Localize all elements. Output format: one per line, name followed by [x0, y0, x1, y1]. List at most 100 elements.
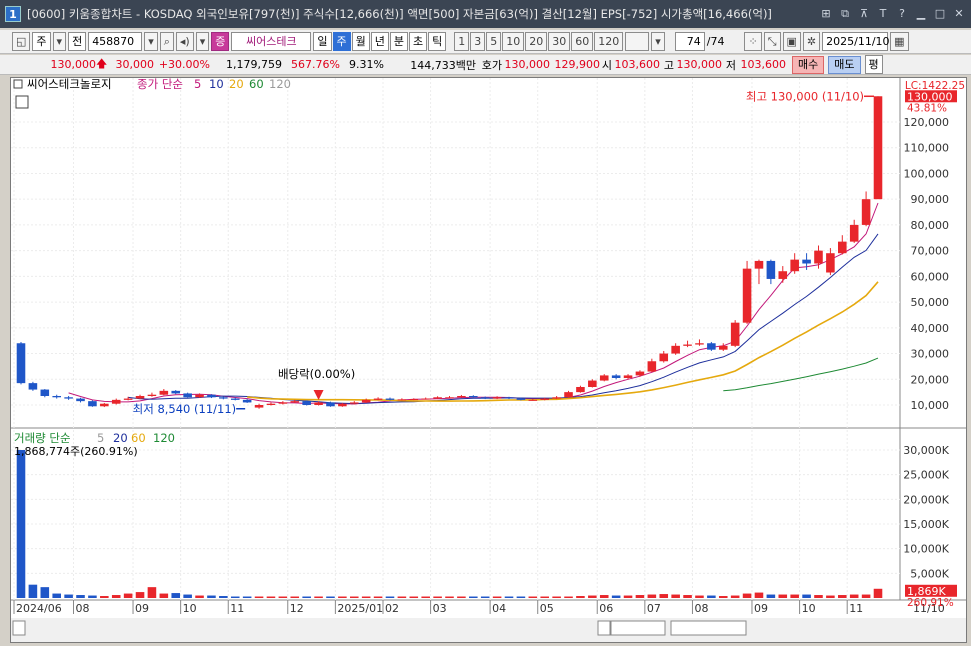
interval-button[interactable]: 30	[548, 32, 571, 51]
interval-button[interactable]: 5	[486, 32, 502, 51]
sound-dropdown-icon[interactable]: ▾	[195, 32, 210, 51]
interval-button[interactable]: 120	[594, 32, 624, 51]
volume-bar	[814, 595, 823, 598]
date-input[interactable]: 2025/11/10	[822, 32, 890, 51]
candle-body	[588, 380, 597, 387]
text-icon[interactable]: T	[875, 6, 891, 22]
bid-price: 129,900	[554, 58, 601, 71]
search-icon[interactable]: ⌕	[159, 32, 174, 51]
calendar-icon[interactable]: ▦	[890, 32, 909, 51]
candle-body	[147, 394, 157, 396]
period-button[interactable]: 분	[389, 32, 408, 51]
candle-body	[683, 344, 692, 346]
turnover: 9.31%	[349, 58, 384, 71]
eval-button[interactable]: 평	[864, 55, 883, 74]
period-button[interactable]: 월	[351, 32, 370, 51]
high-label: 고	[663, 58, 674, 72]
candle-body	[492, 397, 502, 399]
candle-body	[373, 398, 383, 400]
volume-bar	[778, 594, 788, 598]
zoom-slider	[670, 620, 747, 636]
period-select[interactable]: 주	[32, 32, 51, 51]
volume-bar	[552, 596, 561, 598]
candle-body	[326, 402, 335, 407]
buy-button[interactable]: 매수	[792, 55, 825, 74]
candle-body	[52, 395, 61, 398]
interval-button[interactable]: 10	[502, 32, 525, 51]
period-button[interactable]: 틱	[428, 32, 447, 51]
price-tick-label: 20,000	[911, 373, 950, 386]
copy-window-icon[interactable]: ⧉	[837, 6, 853, 22]
sell-button[interactable]: 매도	[828, 55, 861, 74]
candle-body	[671, 345, 680, 354]
change: 30,000	[115, 58, 155, 71]
interval-button[interactable]: 1	[454, 32, 470, 51]
prev-button[interactable]: 전	[68, 32, 87, 51]
candle-body	[40, 389, 50, 396]
volume-bar	[873, 588, 883, 598]
volume-bar	[219, 596, 228, 598]
volume-bar	[742, 593, 752, 598]
period-button[interactable]: 주	[332, 32, 351, 51]
open-price: 103,600	[614, 58, 661, 71]
volume-bar	[111, 595, 121, 598]
time-tick-label: 06	[599, 602, 613, 615]
margin-badge: 증	[211, 32, 230, 51]
event-annotation: 배당락(0.00%)	[278, 367, 355, 381]
interval-button[interactable]: 3	[470, 32, 486, 51]
interval-dropdown-icon[interactable]: ▾	[651, 32, 665, 51]
minimize-icon[interactable]: ▁	[913, 6, 929, 22]
time-tick-label: 05	[540, 602, 554, 615]
up-arrow-icon: 🡅	[96, 57, 108, 70]
price-tick-label: 90,000	[911, 193, 950, 206]
volume-bar	[421, 596, 430, 598]
volume-bar	[64, 594, 73, 598]
candle-body	[16, 343, 26, 384]
price-tick-label: 40,000	[911, 322, 950, 335]
candle-body	[469, 395, 478, 398]
period-button[interactable]: 초	[409, 32, 428, 51]
count-input[interactable]: 74	[674, 32, 705, 51]
sound-icon[interactable]: ◂)	[175, 32, 194, 51]
chart-area[interactable]: 120,000 110,000 100,000 90,000 80,000 70,000 6…	[10, 77, 967, 643]
draw-icon[interactable]: ⤡	[763, 32, 781, 51]
compare-icon[interactable]: ⁘	[744, 32, 762, 51]
link-icon[interactable]: ⊞	[818, 6, 834, 22]
playback-controls	[610, 620, 666, 636]
volume-bar	[314, 596, 323, 598]
low-price: 103,600	[740, 58, 787, 71]
volume-tick-label: 15,000K	[903, 518, 949, 531]
stock-name[interactable]: 씨어스테크	[231, 32, 312, 51]
volume-bar	[826, 595, 835, 598]
volume-bar	[445, 596, 454, 598]
interval-custom-input[interactable]	[625, 32, 650, 51]
code-input[interactable]: 458870	[88, 32, 143, 51]
candle-body	[135, 395, 145, 399]
candle-body	[838, 241, 847, 254]
code-dropdown-icon[interactable]: ▾	[144, 32, 158, 51]
volume-bar	[528, 596, 538, 598]
interval-button[interactable]: 20	[525, 32, 548, 51]
volume-bar	[564, 596, 573, 598]
price-tick-label: 110,000	[904, 142, 950, 155]
candle-body	[409, 399, 419, 401]
interval-button[interactable]: 60	[571, 32, 594, 51]
volume-bar	[433, 596, 442, 598]
help-icon[interactable]: ?	[894, 6, 910, 22]
volume-bar	[635, 595, 645, 598]
volume-bar	[385, 596, 395, 598]
close-icon[interactable]: ✕	[951, 6, 967, 22]
pin-icon[interactable]: ⊼	[856, 6, 872, 22]
layout-icon[interactable]: ◱	[12, 32, 31, 51]
volume-bar	[469, 596, 478, 598]
low-label: 저	[725, 58, 736, 72]
maximize-icon[interactable]: □	[932, 6, 948, 22]
save-icon[interactable]: ▣	[782, 32, 801, 51]
candle-body	[730, 322, 740, 346]
period-dropdown-icon[interactable]: ▾	[52, 32, 67, 51]
volume-bar	[207, 595, 216, 598]
period-button[interactable]: 년	[370, 32, 389, 51]
period-button[interactable]: 일	[313, 32, 332, 51]
chart-svg[interactable]: 120,000 110,000 100,000 90,000 80,000 70,000 6…	[11, 77, 966, 642]
gear-icon[interactable]: ✲	[802, 32, 821, 51]
